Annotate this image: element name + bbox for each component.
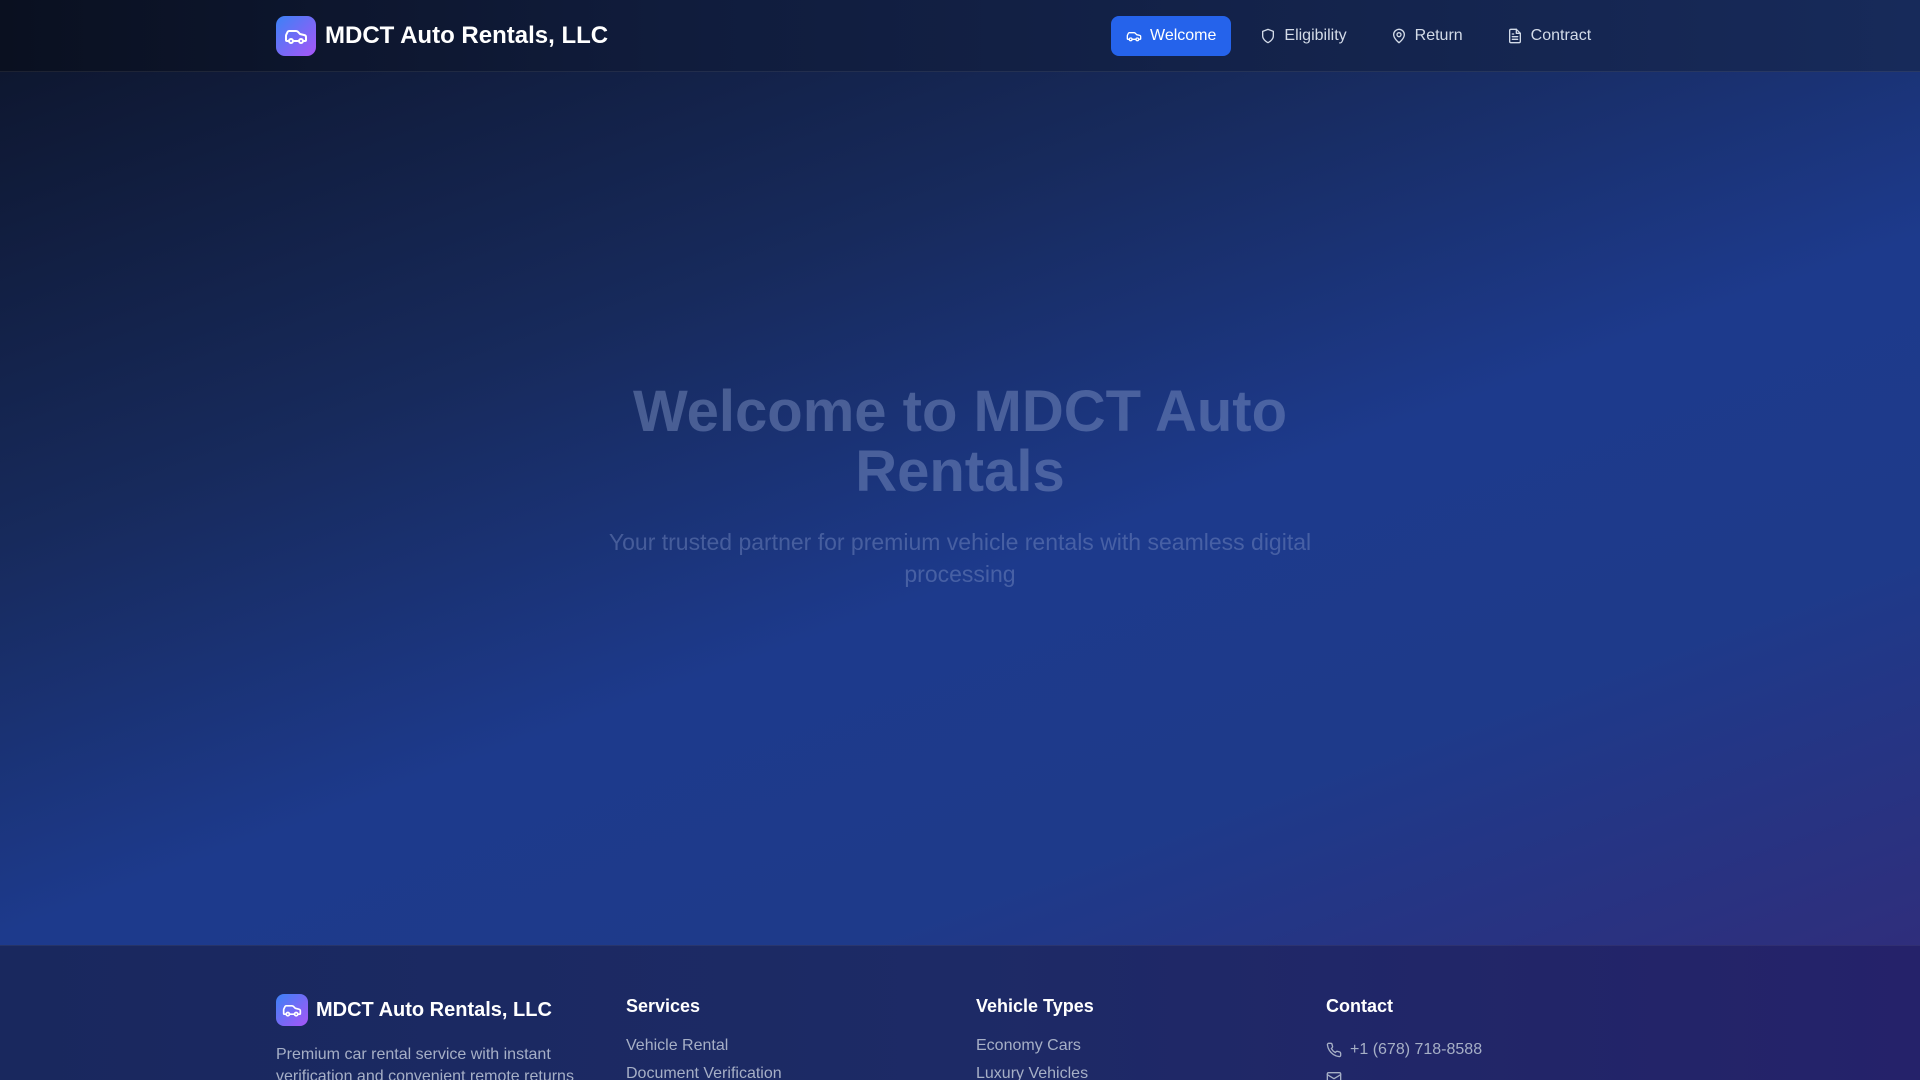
brand-title: MDCT Auto Rentals, LLC <box>325 22 609 49</box>
footer: MDCT Auto Rentals, LLC Premium car renta… <box>0 945 1920 1080</box>
mail-icon <box>1326 1072 1342 1080</box>
vehicle-types-list: Economy Cars Luxury Vehicles <box>976 1036 1094 1080</box>
contact-email[interactable] <box>1326 1064 1482 1080</box>
footer-contact-column: Contact +1 (678) 718-8588 <box>1326 994 1482 1080</box>
footer-vehicle-types-column: Vehicle Types Economy Cars Luxury Vehicl… <box>976 994 1094 1080</box>
footer-brand-title: MDCT Auto Rentals, LLC <box>316 998 552 1021</box>
nav-label: Eligibility <box>1284 27 1347 44</box>
footer-brand: MDCT Auto Rentals, LLC <box>276 994 576 1026</box>
footer-services-column: Services Vehicle Rental Document Verific… <box>626 994 782 1080</box>
contact-phone-text: +1 (678) 718-8588 <box>1350 1041 1483 1058</box>
phone-icon <box>1326 1042 1342 1058</box>
contact-phone[interactable]: +1 (678) 718-8588 <box>1326 1036 1482 1064</box>
map-pin-icon <box>1392 28 1405 44</box>
nav-label: Contract <box>1530 27 1592 44</box>
hero-subtitle: Your trusted partner for premium vehicle… <box>608 529 1312 587</box>
footer-heading: Contact <box>1326 996 1393 1016</box>
nav-label: Welcome <box>1150 27 1217 44</box>
nav-eligibility[interactable]: Eligibility <box>1245 16 1361 56</box>
footer-brand-column: MDCT Auto Rentals, LLC Premium car renta… <box>276 994 576 1080</box>
main-nav: Welcome Eligibility Return Contract <box>1111 16 1606 56</box>
footer-link[interactable]: Vehicle Rental <box>626 1036 782 1064</box>
footer-heading: Vehicle Types <box>976 996 1094 1016</box>
footer-link[interactable]: Luxury Vehicles <box>976 1064 1094 1080</box>
car-icon <box>276 16 316 56</box>
document-icon <box>1508 28 1521 44</box>
nav-contract[interactable]: Contract <box>1492 16 1606 56</box>
footer-link[interactable]: Economy Cars <box>976 1036 1094 1064</box>
footer-heading: Services <box>626 996 701 1016</box>
top-navbar: MDCT Auto Rentals, LLC Welcome Eligibili… <box>0 0 1920 72</box>
contact-list: +1 (678) 718-8588 <box>1326 1036 1482 1080</box>
brand[interactable]: MDCT Auto Rentals, LLC <box>276 16 608 56</box>
shield-icon <box>1262 28 1275 44</box>
nav-welcome[interactable]: Welcome <box>1111 16 1232 56</box>
services-list: Vehicle Rental Document Verification <box>626 1036 782 1080</box>
car-icon <box>276 994 308 1026</box>
nav-return[interactable]: Return <box>1376 16 1478 56</box>
hero-section: Welcome to MDCT Auto Rentals Your truste… <box>0 72 1920 945</box>
hero-title: Welcome to MDCT Auto Rentals <box>632 379 1288 504</box>
footer-description: Premium car rental service with instant … <box>276 1046 574 1080</box>
car-icon <box>1126 31 1142 42</box>
footer-link[interactable]: Document Verification <box>626 1064 782 1080</box>
nav-label: Return <box>1414 27 1463 44</box>
